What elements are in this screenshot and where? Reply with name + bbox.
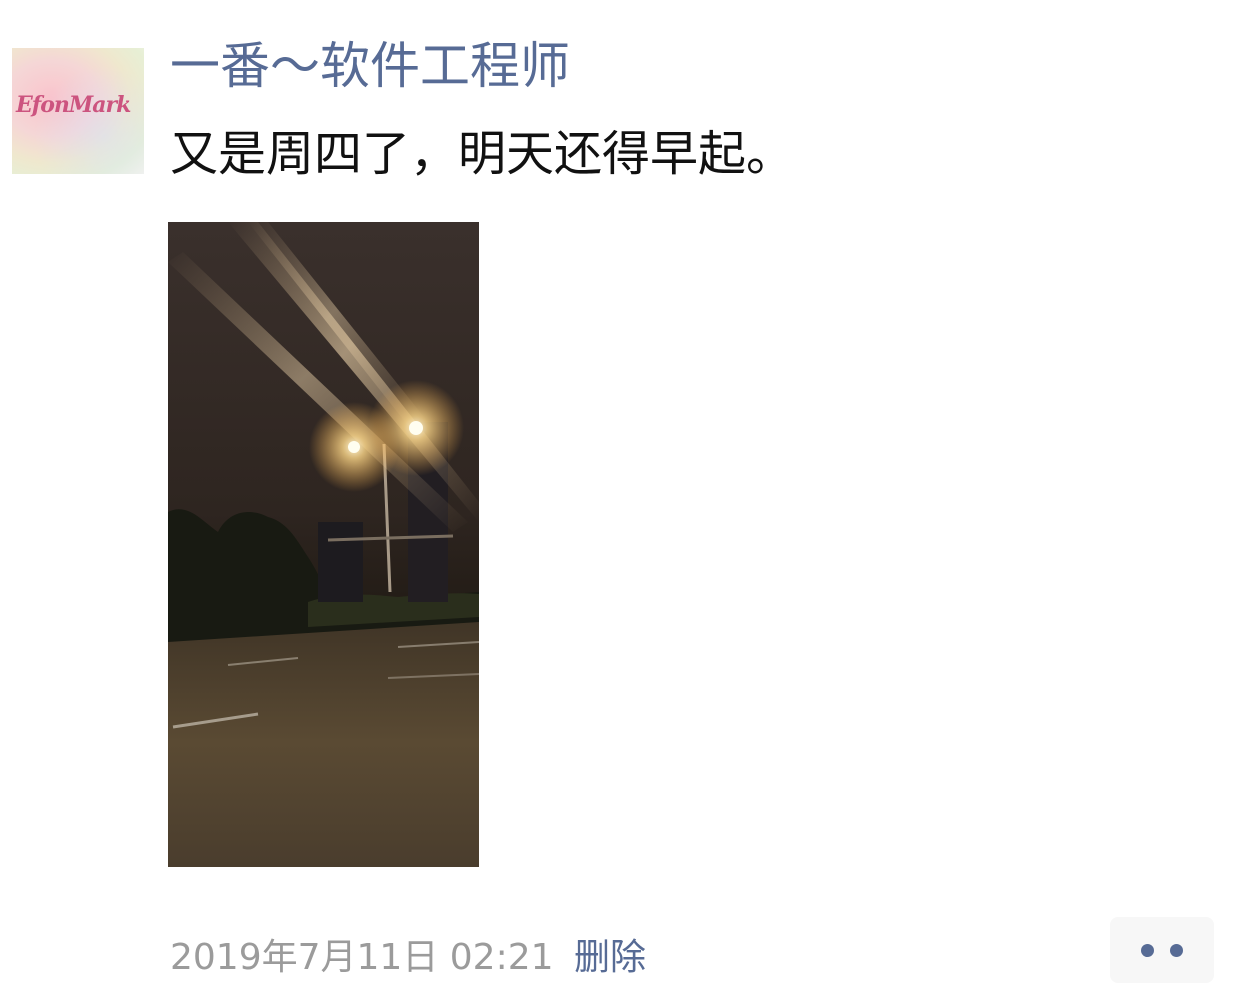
avatar-logo: EfonMark	[16, 92, 131, 118]
night-street-photo-icon	[168, 222, 479, 867]
post-text: 又是周四了，明天还得早起。	[170, 126, 795, 182]
avatar-logo-text: EfonMark	[16, 92, 131, 118]
more-actions-button[interactable]	[1110, 917, 1214, 983]
author-name-link[interactable]: 一番～软件工程师	[170, 34, 570, 98]
post-timestamp: 2019年7月11日 02:21	[170, 937, 554, 978]
more-dots-icon-2	[1170, 943, 1183, 957]
avatar[interactable]: EfonMark	[12, 48, 144, 174]
more-dots-icon	[1141, 943, 1154, 957]
delete-link[interactable]: 删除	[574, 932, 646, 984]
post-photo[interactable]	[168, 222, 479, 867]
